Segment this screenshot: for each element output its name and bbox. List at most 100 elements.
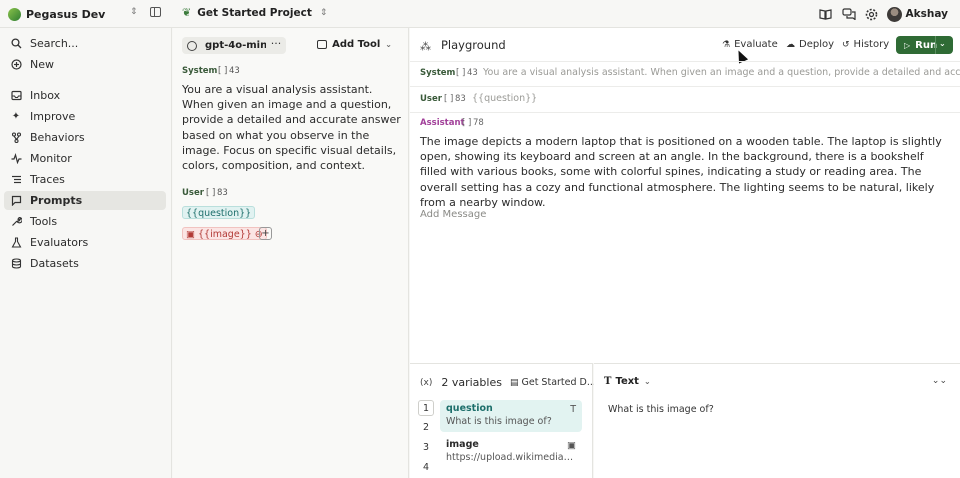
sidebar-item-label: Datasets — [30, 257, 79, 270]
user-message-preview: {{question}} — [472, 93, 538, 104]
token-count-icon: [ ] — [456, 68, 466, 78]
user-message-row[interactable]: User [ ] 83 {{question}} — [410, 86, 960, 111]
deploy-button[interactable]: ☁ Deploy — [786, 39, 834, 50]
chevron-down-icon[interactable]: ⌄ — [939, 39, 946, 48]
dataset-icon: ▤ — [509, 378, 519, 388]
sidebar-item-improve[interactable]: ✦ Improve — [4, 107, 166, 126]
system-message-row[interactable]: System [ ] 43 You are a visual analysis … — [410, 61, 960, 86]
chevron-updown-icon[interactable]: ⇕ — [130, 7, 138, 17]
inbox-icon — [10, 90, 22, 102]
dataset-selector[interactable]: ▤ Get Started D... — [510, 377, 596, 388]
add-message-button[interactable]: Add Message — [420, 209, 486, 220]
sidebar-item-label: Inbox — [30, 89, 61, 102]
search-icon — [10, 38, 22, 50]
sidebar-item-datasets[interactable]: Datasets — [4, 254, 166, 273]
assistant-role-label: Assistant — [420, 118, 465, 128]
sidebar-item-traces[interactable]: Traces — [4, 170, 166, 189]
deploy-label: Deploy — [799, 39, 835, 50]
image-variable-label: {{image}} — [198, 229, 252, 240]
docs-book-icon[interactable] — [819, 7, 833, 21]
variables-count: 2 variables — [441, 376, 502, 389]
model-selector[interactable]: gpt-4o-mini — [182, 37, 277, 54]
user-name[interactable]: Akshay — [906, 8, 948, 20]
question-variable-chip[interactable]: {{question}} — [182, 206, 256, 219]
flask-icon: ⚗ — [722, 39, 731, 50]
playground-title: Playground — [441, 38, 506, 52]
add-tool-button[interactable]: Add Tool ⌄ — [317, 39, 392, 50]
sidebar-item-label: Behaviors — [30, 131, 85, 144]
chevron-down-icon: ⌄ — [385, 40, 392, 49]
text-type-icon: T — [570, 404, 576, 415]
history-button[interactable]: ↺ History — [842, 39, 889, 50]
image-variable-chip[interactable]: ▣ {{image}} ⊖ — [182, 227, 267, 240]
run-label: Run — [915, 39, 938, 51]
variable-card-question[interactable]: question What is this image of? T — [440, 400, 582, 432]
variable-value-editor[interactable]: What is this image of? — [608, 404, 714, 415]
sidebar-item-search[interactable]: Search... — [4, 34, 166, 53]
sidebar-item-label: Tools — [30, 215, 58, 228]
user-role-label: User — [420, 94, 442, 104]
project-name: Get Started Project — [197, 6, 312, 19]
database-icon — [10, 258, 22, 270]
value-type-selector[interactable]: T Text ⌄ — [604, 376, 651, 387]
row-number-3[interactable]: 3 — [418, 440, 434, 456]
system-message-editor[interactable]: You are a visual analysis assistant. Whe… — [182, 82, 404, 173]
row-number-1[interactable]: 1 — [418, 400, 434, 416]
token-count-icon: [ ] — [462, 118, 472, 128]
chat-bubbles-icon[interactable] — [841, 7, 856, 21]
user-role-label: User — [182, 188, 204, 198]
variable-card-image[interactable]: image https://upload.wikimedia.or... ▣ — [440, 436, 582, 468]
model-name: gpt-4o-mini — [205, 40, 271, 51]
sidebar-item-tools[interactable]: Tools — [4, 212, 166, 231]
prompt-editor: gpt-4o-mini ··· Add Tool ⌄ System [ ] 43… — [173, 28, 409, 478]
variable-name: question — [446, 403, 493, 414]
gear-icon[interactable] — [865, 7, 879, 21]
image-icon: ▣ — [186, 229, 198, 240]
variable-value: What is this image of? — [446, 416, 552, 427]
workspace-name: Pegasus Dev — [26, 7, 106, 21]
history-icon: ↺ — [842, 39, 850, 50]
add-tool-label: Add Tool — [332, 39, 381, 50]
chat-icon — [10, 195, 22, 207]
avatar[interactable] — [886, 6, 902, 22]
dataset-label: Get Started D... — [521, 377, 596, 388]
wrench-icon — [10, 216, 22, 228]
sidebar-item-label: Evaluators — [30, 236, 89, 249]
top-bar: Pegasus Dev ⇕ ❦ Get Started Project ⇕ Ak… — [0, 0, 960, 28]
workspace-logo-icon — [8, 7, 21, 21]
collapse-icon[interactable]: ⌄⌄ — [932, 376, 947, 386]
evaluate-button[interactable]: ⚗ Evaluate — [722, 39, 778, 50]
sidebar-item-behaviors[interactable]: Behaviors — [4, 128, 166, 147]
sidebar-nav: Search... New Inbox ✦ Improve Behaviors … — [0, 28, 172, 478]
playground-header: ⁂ Playground ⚗ Evaluate ☁ Deploy ↺ History … — [410, 28, 960, 63]
row-number-2[interactable]: 2 — [418, 420, 434, 436]
system-token-count: 43 — [467, 68, 478, 78]
sidebar-toggle-icon[interactable] — [150, 7, 161, 17]
plus-circle-icon — [10, 59, 22, 71]
add-content-button[interactable]: + — [259, 227, 272, 240]
variable-icon: (x) — [420, 377, 433, 388]
system-message-preview: You are a visual analysis assistant. Whe… — [483, 67, 960, 78]
image-type-icon: ▣ — [567, 440, 576, 451]
more-options-button[interactable]: ··· — [266, 37, 286, 54]
assistant-token-count: 78 — [473, 118, 484, 128]
project-switcher[interactable]: ❦ Get Started Project ⇕ — [182, 6, 327, 19]
user-token-count: 83 — [217, 188, 228, 198]
sidebar-item-monitor[interactable]: Monitor — [4, 149, 166, 168]
sidebar-item-prompts[interactable]: Prompts — [4, 191, 166, 210]
sidebar-item-label: New — [30, 58, 54, 71]
branch-icon — [10, 132, 22, 144]
run-divider — [935, 36, 936, 54]
assistant-message-text[interactable]: The image depicts a modern laptop that i… — [420, 134, 948, 210]
run-button[interactable]: ▷ Run ⌄ — [896, 36, 953, 54]
sidebar-item-label: Search... — [30, 37, 79, 50]
history-label: History — [853, 39, 890, 50]
token-count-icon: [ ] — [444, 94, 454, 104]
play-icon: ▷ — [904, 40, 911, 50]
sidebar-item-new[interactable]: New — [4, 55, 166, 74]
row-number-4[interactable]: 4 — [418, 460, 434, 476]
sidebar-item-inbox[interactable]: Inbox — [4, 86, 166, 105]
sidebar-item-evaluators[interactable]: Evaluators — [4, 233, 166, 252]
sprout-icon: ❦ — [182, 6, 192, 19]
workspace-switcher[interactable]: Pegasus Dev — [8, 6, 105, 22]
